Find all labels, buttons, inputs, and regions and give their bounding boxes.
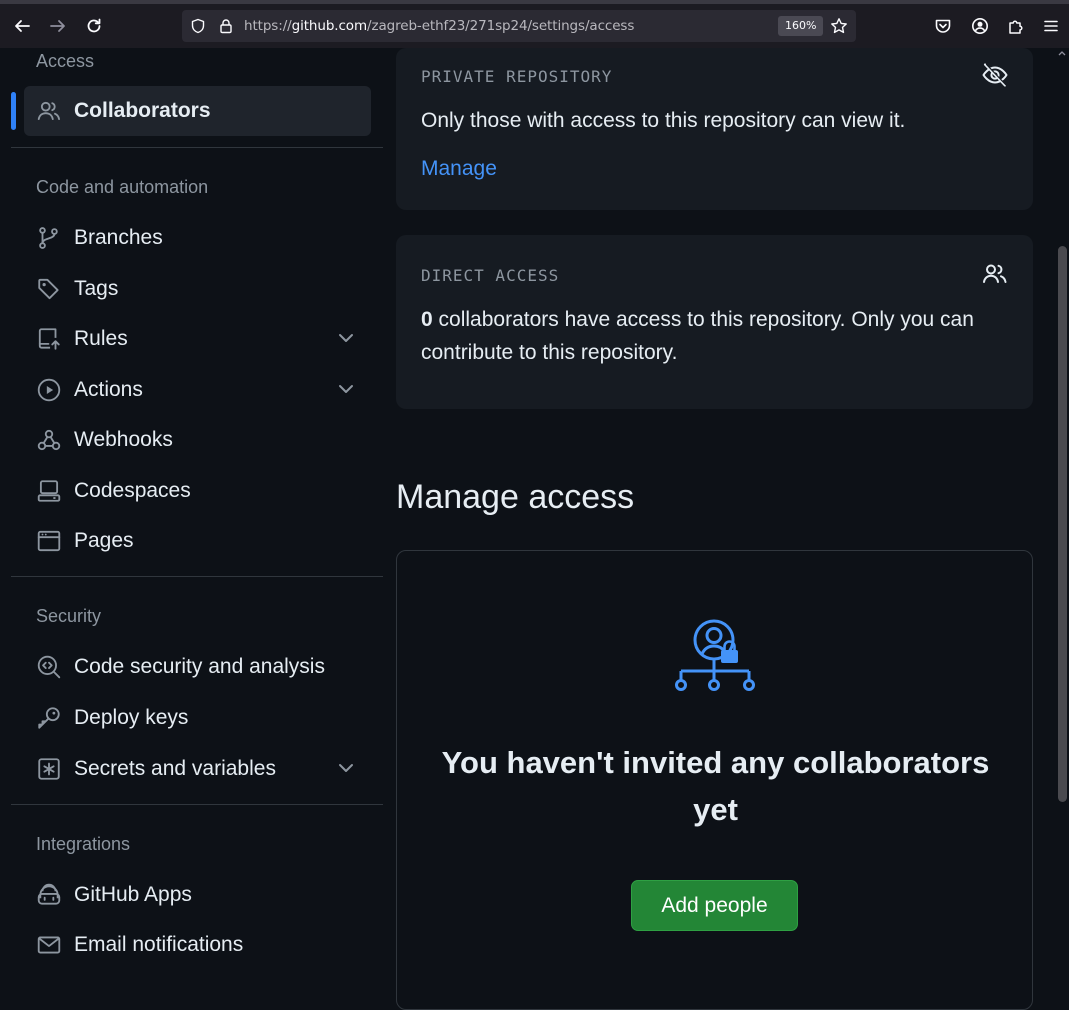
git-branch-icon (35, 224, 63, 252)
reload-button[interactable] (80, 12, 108, 40)
extensions-button[interactable] (1002, 12, 1030, 40)
shield-icon[interactable] (190, 18, 206, 34)
hamburger-menu-icon (1044, 20, 1058, 32)
page-title: Manage access (396, 478, 635, 516)
section-heading-security: Security (36, 606, 102, 626)
section-heading-code-automation: Code and automation (36, 177, 209, 197)
browser-window-icon (35, 527, 63, 555)
url-text[interactable]: https://github.com/zagreb-ethf23/271sp24… (244, 18, 634, 34)
mail-icon (35, 931, 63, 959)
collaborator-count: 0 (421, 308, 433, 331)
sidebar-item-github-apps[interactable]: GitHub Apps (24, 870, 371, 920)
sidebar-item-collaborators[interactable]: Collaborators (24, 86, 371, 136)
page-scrollbar-thumb[interactable] (1058, 246, 1067, 802)
sidebar-item-deploy-keys[interactable]: Deploy keys (24, 693, 371, 743)
asterisk-square-icon (35, 755, 63, 783)
sidebar-item-label: Code security and analysis (74, 655, 325, 678)
private-description: Only those with access to this repositor… (421, 109, 906, 132)
webhook-icon (35, 426, 63, 454)
sidebar-item-label: Deploy keys (74, 706, 189, 729)
sidebar-item-label: Collaborators (74, 99, 211, 122)
sidebar-item-tags[interactable]: Tags (24, 264, 371, 314)
main-content: PRIVATE REPOSITORY Only those with acces… (396, 48, 1069, 1010)
key-icon (35, 704, 63, 732)
card-label: DIRECT ACCESS (421, 266, 560, 285)
sidebar-item-label: Pages (74, 529, 134, 552)
people-icon (983, 264, 1007, 283)
reload-icon (87, 18, 101, 33)
forward-button[interactable] (44, 12, 72, 40)
scroll-up-arrow-icon[interactable] (1057, 48, 1067, 58)
sidebar-item-label: Branches (74, 226, 163, 249)
play-circle-icon (35, 376, 63, 404)
empty-state-title: You haven't invited any collaborators ye… (441, 745, 990, 827)
repo-push-icon (35, 325, 63, 353)
sidebar-item-label: Tags (74, 277, 119, 300)
copilot-apps-icon (35, 881, 63, 909)
chevron-down-icon[interactable] (335, 327, 357, 349)
section-heading-access: Access (36, 51, 95, 71)
sidebar-item-codespaces[interactable]: Codespaces (24, 466, 371, 516)
account-icon (972, 18, 988, 34)
sidebar-divider (11, 147, 383, 148)
section-heading-integrations: Integrations (36, 834, 131, 854)
browser-toolbar: https://github.com/zagreb-ethf23/271sp24… (0, 0, 1069, 48)
sidebar-item-label: GitHub Apps (74, 883, 192, 906)
sidebar-item-branches[interactable]: Branches (24, 213, 371, 263)
add-people-button[interactable]: Add people (631, 880, 798, 931)
sidebar-item-label: Email notifications (74, 933, 244, 956)
sidebar-item-label: Rules (74, 327, 128, 350)
lock-icon[interactable] (218, 18, 234, 34)
chevron-down-icon[interactable] (335, 757, 357, 779)
arrow-left-icon (15, 20, 30, 32)
direct-access-card: DIRECT ACCESS 0 collaborators have acces… (396, 235, 1033, 409)
codescan-icon (35, 653, 63, 681)
sidebar-item-webhooks[interactable]: Webhooks (24, 415, 371, 465)
sidebar-item-label: Actions (74, 378, 143, 401)
direct-access-description: 0 collaborators have access to this repo… (421, 308, 974, 364)
arrow-right-icon (50, 20, 65, 32)
sidebar-item-secrets[interactable]: Secrets and variables (24, 744, 371, 794)
sidebar-divider (11, 804, 383, 805)
manage-visibility-link[interactable]: Manage (421, 157, 497, 181)
bookmark-star-icon[interactable] (830, 17, 848, 35)
puzzle-icon (1009, 20, 1023, 34)
zoom-level-badge[interactable]: 160% (778, 16, 824, 36)
account-button[interactable] (966, 12, 994, 40)
sidebar-divider (11, 576, 383, 577)
active-indicator (11, 92, 16, 130)
people-icon (35, 97, 63, 125)
address-bar[interactable]: https://github.com/zagreb-ethf23/271sp24… (182, 10, 856, 42)
sidebar-item-label: Secrets and variables (74, 757, 276, 780)
pocket-icon (935, 19, 951, 33)
private-repository-card: PRIVATE REPOSITORY Only those with acces… (396, 48, 1033, 210)
settings-sidebar: Access Collaborators Code and automation… (0, 48, 396, 985)
chevron-down-icon[interactable] (335, 378, 357, 400)
sidebar-item-code-security[interactable]: Code security and analysis (24, 642, 371, 692)
sidebar-item-label: Codespaces (74, 479, 191, 502)
tag-icon (35, 275, 63, 303)
eye-closed-icon (982, 63, 1008, 87)
back-button[interactable] (8, 12, 36, 40)
card-label: PRIVATE REPOSITORY (421, 67, 613, 86)
manage-access-empty-state: You haven't invited any collaborators ye… (396, 550, 1033, 1010)
sidebar-item-rules[interactable]: Rules (24, 314, 371, 364)
pocket-button[interactable] (929, 12, 957, 40)
menu-button[interactable] (1037, 12, 1065, 40)
sidebar-item-email-notifications[interactable]: Email notifications (24, 920, 371, 970)
sidebar-item-pages[interactable]: Pages (24, 516, 371, 566)
sidebar-item-actions[interactable]: Actions (24, 365, 371, 415)
people-lock-icon (675, 619, 755, 691)
sidebar-item-label: Webhooks (74, 428, 173, 451)
codespaces-icon (35, 477, 63, 505)
